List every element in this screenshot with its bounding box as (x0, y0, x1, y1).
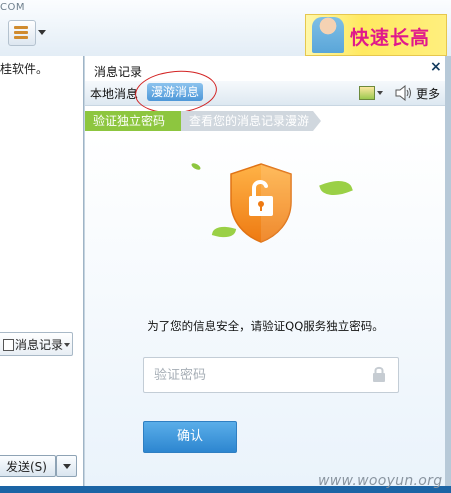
send-label: 发送(S) (6, 460, 47, 474)
ad-figure-image (312, 17, 344, 53)
step-view-roaming: 查看您的消息记录漫游 (181, 111, 313, 131)
chat-message-text: 桂软件。 (0, 62, 49, 76)
speaker-icon[interactable] (395, 85, 413, 101)
history-button[interactable]: 消息记录 (0, 332, 73, 356)
chevron-down-icon (63, 464, 71, 469)
chevron-down-icon[interactable] (377, 91, 383, 95)
image-icon[interactable] (359, 86, 375, 100)
security-prompt: 为了您的信息安全，请验证QQ服务独立密码。 (147, 319, 384, 333)
chevron-down-icon[interactable] (38, 30, 46, 35)
url-fragment-text: COM (0, 2, 25, 13)
top-toolbar: COM 快速长高 (0, 0, 451, 56)
password-box (143, 357, 399, 393)
lock-icon (373, 366, 385, 382)
more-button[interactable]: 更多 (416, 85, 440, 102)
step-verify-password: 验证独立密码 (85, 111, 181, 131)
window-edge (445, 56, 451, 486)
step-arrow (313, 111, 321, 131)
chat-pane: 桂软件。 消息记录 发送(S) (0, 56, 84, 486)
leaf-decoration (190, 161, 202, 172)
history-label: 消息记录 (15, 338, 64, 352)
tab-local-messages[interactable]: 本地消息 (90, 85, 138, 102)
verify-content: 为了您的信息安全，请验证QQ服务独立密码。 确认 (85, 134, 446, 486)
highlight-circle-annotation (133, 67, 219, 117)
panel-title: 消息记录 (94, 65, 143, 79)
step-indicator: 验证独立密码 查看您的消息记录漫游 (85, 111, 446, 133)
step-arrow (173, 111, 181, 131)
tab-bar: 本地消息 漫游消息 更多 (85, 67, 446, 117)
chevron-down-icon (64, 343, 70, 347)
message-record-panel: 消息记录 × 本地消息 漫游消息 更多 验证独立密码 查看您的消息记录漫游 为了… (84, 56, 446, 486)
password-input[interactable] (145, 359, 376, 391)
leaf-decoration (319, 175, 353, 201)
ad-text: 快速长高 (350, 27, 431, 49)
watermark-text: www.wooyun.org (318, 473, 443, 489)
ad-banner[interactable]: 快速长高 (305, 14, 447, 56)
menu-icon[interactable] (8, 20, 36, 46)
shield-unlock-icon (230, 163, 292, 243)
close-icon[interactable]: × (430, 59, 442, 75)
send-options-button[interactable] (56, 455, 77, 477)
history-icon (3, 339, 14, 351)
send-button[interactable]: 发送(S) (0, 455, 56, 477)
confirm-button[interactable]: 确认 (143, 421, 237, 453)
